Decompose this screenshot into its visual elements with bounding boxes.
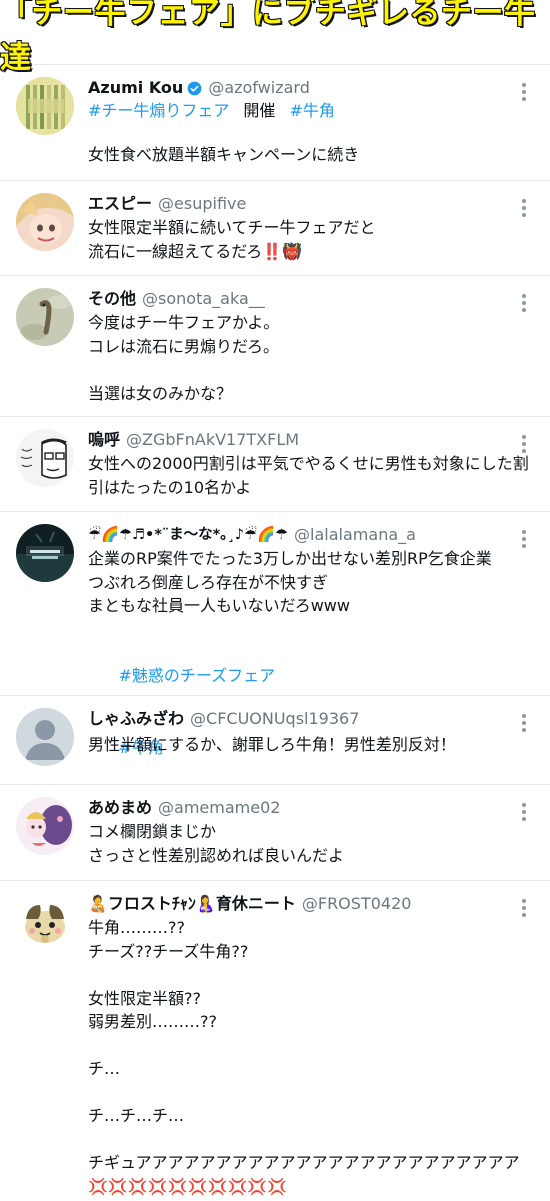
display-name[interactable]: 嗚呼 — [88, 429, 120, 451]
tweet-text: 牛角………?? チーズ??チーズ牛角?? 女性限定半額?? 弱男差別………?? … — [88, 918, 520, 1196]
display-name[interactable]: Azumi Kou — [88, 77, 183, 99]
handle[interactable]: @lalalamana_a — [294, 524, 416, 546]
handle[interactable]: @FROST0420 — [302, 893, 412, 915]
handle[interactable]: @esupifive — [158, 193, 246, 215]
display-name[interactable]: エスピー — [88, 193, 152, 215]
verified-badge-icon — [187, 81, 202, 95]
title-banner: 「チー牛フェア」にブチギレるチー牛達 — [0, 0, 550, 77]
more-options-icon[interactable] — [522, 83, 526, 101]
hashtag-link[interactable]: #魅惑のチーズフェア — [119, 666, 276, 685]
tweet-text: 今度はチー牛フェアかよ。 コレは流石に男煽りだろ。 当選は女のみかな？ — [88, 313, 280, 403]
tweet-text: 開催 — [243, 101, 276, 120]
display-name[interactable]: しゃふみざわ — [88, 708, 184, 730]
tweet-text: 女性への2000円割引は平気でやるくせに男性も対象にした割 引はたったの10名か… — [88, 454, 529, 497]
default-profile-icon — [16, 708, 74, 766]
tweet[interactable]: エスピー @esupifive 女性限定半額に続いてチー牛フェアだと 流石に一線… — [0, 181, 550, 276]
tweet[interactable]: ☔🌈☂♬•*¨ま〜な*｡¸♪☔🌈☂ @lalalamana_a 企業のRP案件で… — [0, 512, 550, 757]
avatar[interactable] — [16, 429, 74, 487]
more-options-icon[interactable] — [522, 294, 526, 312]
avatar[interactable] — [16, 288, 74, 346]
tweet-text: 女性食べ放題半額キャンペーンに続き — [88, 145, 360, 164]
handle[interactable]: @ZGbFnAkV17TXFLM — [126, 429, 299, 451]
handle[interactable]: @CFCUONUqsl19367 — [190, 708, 359, 730]
avatar[interactable] — [16, 524, 74, 582]
display-name[interactable]: あめまめ — [88, 797, 152, 819]
more-options-icon[interactable] — [522, 530, 526, 548]
tweet[interactable]: 嗚呼 @ZGbFnAkV17TXFLM 女性への2000円割引は平気でやるくせに… — [0, 417, 550, 512]
tweet[interactable]: あめまめ @amemame02 コメ欄閉鎖まじか さっさと性差別認めれば良いんだ… — [0, 785, 550, 881]
more-options-icon[interactable] — [522, 435, 526, 453]
avatar[interactable] — [16, 797, 74, 855]
more-options-icon[interactable] — [522, 714, 526, 732]
display-name[interactable]: その他 — [88, 288, 136, 310]
tweet[interactable]: その他 @sonota_aka__ 今度はチー牛フェアかよ。 コレは流石に男煽り… — [0, 276, 550, 417]
avatar[interactable] — [16, 893, 74, 951]
tweet[interactable]: 🧑‍🍼フロストﾁｬﾝ🤱育休ニート @FROST0420 牛角………?? チーズ?… — [0, 881, 550, 1201]
handle[interactable]: @sonota_aka__ — [142, 288, 265, 310]
tweet-text: コメ欄閉鎖まじか さっさと性差別認めれば良いんだよ — [88, 822, 345, 865]
avatar[interactable] — [16, 193, 74, 251]
avatar[interactable] — [16, 77, 74, 135]
hashtag-link[interactable]: #牛角 — [289, 99, 334, 122]
more-options-icon[interactable] — [522, 803, 526, 821]
tweet-text: 女性限定半額に続いてチー牛フェアだと 流石に一線超えてるだろ‼️👹 — [88, 218, 376, 261]
more-options-icon[interactable] — [522, 199, 526, 217]
handle[interactable]: @amemame02 — [158, 797, 280, 819]
display-name[interactable]: 🧑‍🍼フロストﾁｬﾝ🤱育休ニート — [88, 893, 296, 915]
tweet[interactable]: Azumi Kou @azofwizard #チー牛煽りフェア 開催 #牛角 女… — [0, 65, 550, 181]
hashtag-link[interactable]: #チー牛煽りフェア — [88, 99, 229, 122]
tweet-text: 企業のRP案件でたった3万しか出せない差別RP乞食企業 つぶれろ倒産しろ存在が不… — [88, 549, 492, 615]
more-options-icon[interactable] — [522, 899, 526, 917]
display-name[interactable]: ☔🌈☂♬•*¨ま〜な*｡¸♪☔🌈☂ — [88, 524, 288, 546]
tweet[interactable]: しゃふみざわ @CFCUONUqsl19367 男性半額にするか、謝罪しろ牛角！… — [0, 696, 550, 785]
tweet-text: 男性半額にするか、謝罪しろ牛角！男性差別反対！ — [88, 735, 456, 754]
avatar[interactable] — [16, 708, 74, 766]
handle[interactable]: @azofwizard — [208, 77, 310, 99]
